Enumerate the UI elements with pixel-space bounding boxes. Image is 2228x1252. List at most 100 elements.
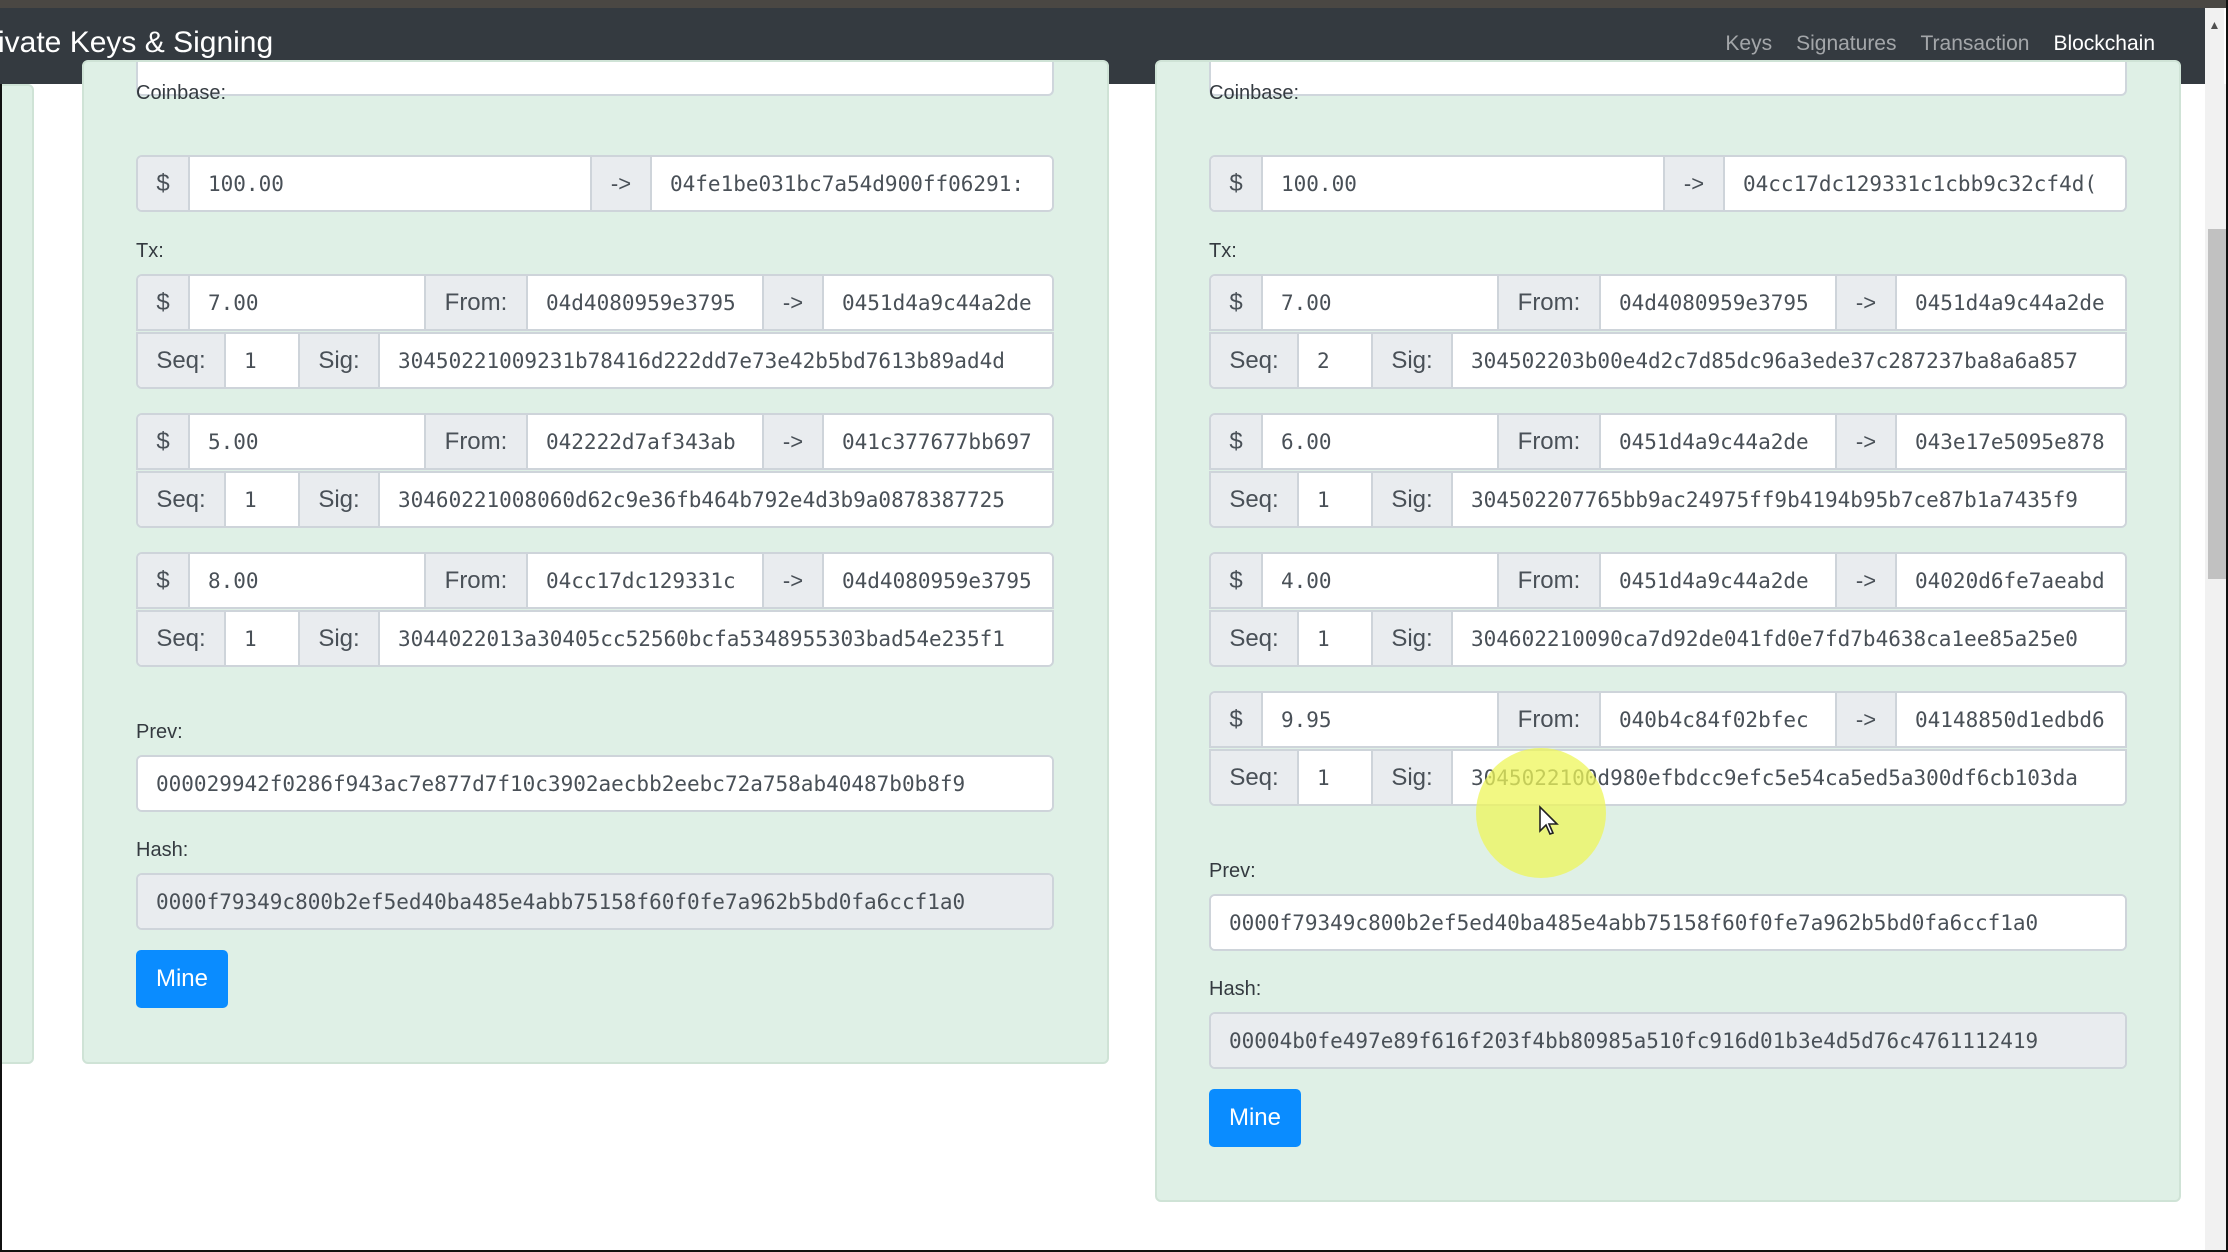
nonce-input-partial[interactable] xyxy=(136,62,1054,96)
coinbase-amount-input[interactable]: 100.00 xyxy=(1263,157,1665,210)
prev-hash-input[interactable]: 000029942f0286f943ac7e877d7f10c3902aecbb… xyxy=(138,757,1052,810)
tx-to-input[interactable]: 04148850d1edbd6 xyxy=(1897,693,2125,746)
prev-hash-group: 0000f79349c800b2ef5ed40ba485e4abb75158f6… xyxy=(1209,894,2127,951)
nav-link-transaction[interactable]: Transaction xyxy=(1909,32,2042,56)
tx-from-input[interactable]: 042222d7af343ab xyxy=(528,415,764,468)
mine-button[interactable]: Mine xyxy=(136,950,228,1008)
nonce-input-partial[interactable] xyxy=(1209,62,2127,96)
arrow-addon: -> xyxy=(764,554,824,607)
sig-addon: Sig: xyxy=(1373,751,1453,804)
tx-signature-row: Seq: 1 Sig: 3045022100d980efbdcc9efc5e54ca5… xyxy=(1209,749,2127,806)
coinbase-label: Coinbase: xyxy=(1209,82,1300,104)
nav-links: Keys Signatures Transaction Blockchain xyxy=(1713,32,2167,56)
from-addon: From: xyxy=(1499,554,1601,607)
tx-to-input[interactable]: 0451d4a9c44a2de xyxy=(1897,276,2125,329)
nav-link-blockchain[interactable]: Blockchain xyxy=(2041,32,2167,56)
seq-addon: Seq: xyxy=(1211,751,1299,804)
tx-sig-input[interactable]: 304602210090ca7d92de041fd0e7fd7b4638ca1e… xyxy=(1453,612,2125,665)
from-addon: From: xyxy=(1499,276,1601,329)
tx-to-input[interactable]: 04d4080959e3795 xyxy=(824,554,1052,607)
coinbase-to-input[interactable]: 04cc17dc129331c1cbb9c32cf4d( xyxy=(1725,157,2125,210)
dollar-addon: $ xyxy=(1211,554,1263,607)
window-border-left xyxy=(0,84,2,1252)
tx-from-input[interactable]: 04d4080959e3795 xyxy=(1601,276,1837,329)
tx-amount-input[interactable]: 7.00 xyxy=(190,276,426,329)
tx-label: Tx: xyxy=(136,240,164,262)
tx-to-input[interactable]: 041c377677bb697 xyxy=(824,415,1052,468)
tx-amount-input[interactable]: 9.95 xyxy=(1263,693,1499,746)
tx-sig-input[interactable]: 30460221008060d62c9e36fb464b792e4d3b9a08… xyxy=(380,473,1052,526)
from-addon: From: xyxy=(426,276,528,329)
tx-from-input[interactable]: 0451d4a9c44a2de xyxy=(1601,554,1837,607)
hash-group: 00004b0fe497e89f616f203f4bb80985a510fc91… xyxy=(1209,1012,2127,1069)
tx-amount-input[interactable]: 8.00 xyxy=(190,554,426,607)
hash-group: 0000f79349c800b2ef5ed40ba485e4abb75158f6… xyxy=(136,873,1054,930)
dollar-addon: $ xyxy=(1211,276,1263,329)
tx-amount-row: $7.00 From: 04d4080959e3795 -> 0451d4a9c44a2… xyxy=(136,274,1054,331)
tx-signature-row: Seq: 1 Sig: 304502207765bb9ac24975ff9b4194b… xyxy=(1209,471,2127,528)
dollar-addon: $ xyxy=(1211,157,1263,210)
sig-addon: Sig: xyxy=(300,334,380,387)
seq-addon: Seq: xyxy=(1211,334,1299,387)
from-addon: From: xyxy=(426,415,528,468)
tx-to-input[interactable]: 04020d6fe7aeabd xyxy=(1897,554,2125,607)
prev-hash-group: 000029942f0286f943ac7e877d7f10c3902aecbb… xyxy=(136,755,1054,812)
from-addon: From: xyxy=(1499,693,1601,746)
tx-seq-input[interactable]: 1 xyxy=(226,334,300,387)
tx-from-input[interactable]: 040b4c84f02bfec xyxy=(1601,693,1837,746)
arrow-addon: -> xyxy=(592,157,652,210)
coinbase-to-input[interactable]: 04fe1be031bc7a54d900ff06291: xyxy=(652,157,1052,210)
tx-amount-input[interactable]: 5.00 xyxy=(190,415,426,468)
tx-sig-input[interactable]: 30450221009231b78416d222dd7e73e42b5bd761… xyxy=(380,334,1052,387)
seq-addon: Seq: xyxy=(1211,612,1299,665)
tx-label: Tx: xyxy=(1209,240,1237,262)
window-top-strip xyxy=(0,0,2228,8)
tx-amount-row: $4.00 From: 0451d4a9c44a2de -> 04020d6fe7aea… xyxy=(1209,552,2127,609)
mine-button[interactable]: Mine xyxy=(1209,1089,1301,1147)
nav-link-signatures[interactable]: Signatures xyxy=(1784,32,1908,56)
dollar-addon: $ xyxy=(138,415,190,468)
tx-amount-row: $6.00 From: 0451d4a9c44a2de -> 043e17e5095e8… xyxy=(1209,413,2127,470)
tx-amount-input[interactable]: 6.00 xyxy=(1263,415,1499,468)
tx-to-input[interactable]: 0451d4a9c44a2de xyxy=(824,276,1052,329)
tx-amount-row: $9.95 From: 040b4c84f02bfec -> 04148850d1edb… xyxy=(1209,691,2127,748)
arrow-addon: -> xyxy=(1837,554,1897,607)
hash-output: 0000f79349c800b2ef5ed40ba485e4abb75158f6… xyxy=(138,875,1052,928)
tx-signature-row: Seq: 1 Sig: 3044022013a30405cc52560bcfa5348… xyxy=(136,610,1054,667)
arrow-addon: -> xyxy=(1665,157,1725,210)
tx-sig-input[interactable]: 304502207765bb9ac24975ff9b4194b95b7ce87b… xyxy=(1453,473,2125,526)
tx-seq-input[interactable]: 2 xyxy=(1299,334,1373,387)
tx-seq-input[interactable]: 1 xyxy=(1299,473,1373,526)
sig-addon: Sig: xyxy=(300,612,380,665)
tx-seq-input[interactable]: 1 xyxy=(226,473,300,526)
tx-to-input[interactable]: 043e17e5095e878 xyxy=(1897,415,2125,468)
from-addon: From: xyxy=(426,554,528,607)
tx-amount-input[interactable]: 7.00 xyxy=(1263,276,1499,329)
tx-amount-input[interactable]: 4.00 xyxy=(1263,554,1499,607)
hash-output: 00004b0fe497e89f616f203f4bb80985a510fc91… xyxy=(1211,1014,2125,1067)
tx-sig-input[interactable]: 3044022013a30405cc52560bcfa5348955303bad… xyxy=(380,612,1052,665)
dollar-addon: $ xyxy=(138,554,190,607)
tx-from-input[interactable]: 0451d4a9c44a2de xyxy=(1601,415,1837,468)
tx-sig-input[interactable]: 3045022100d980efbdcc9efc5e54ca5ed5a300df… xyxy=(1453,751,2125,804)
scrollbar-thumb[interactable] xyxy=(2208,229,2226,579)
tx-from-input[interactable]: 04d4080959e3795 xyxy=(528,276,764,329)
tx-seq-input[interactable]: 1 xyxy=(1299,751,1373,804)
prev-hash-input[interactable]: 0000f79349c800b2ef5ed40ba485e4abb75158f6… xyxy=(1211,896,2125,949)
scrollbar-track[interactable] xyxy=(2205,84,2228,1252)
tx-seq-input[interactable]: 1 xyxy=(226,612,300,665)
sig-addon: Sig: xyxy=(1373,334,1453,387)
coinbase-input-group: $100.00 -> 04fe1be031bc7a54d900ff06291: xyxy=(136,155,1054,212)
arrow-addon: -> xyxy=(1837,276,1897,329)
sig-addon: Sig: xyxy=(1373,612,1453,665)
coinbase-amount-input[interactable]: 100.00 xyxy=(190,157,592,210)
from-addon: From: xyxy=(1499,415,1601,468)
tx-from-input[interactable]: 04cc17dc129331c xyxy=(528,554,764,607)
nav-link-keys[interactable]: Keys xyxy=(1713,32,1784,56)
scroll-up-arrow-icon[interactable]: ▲ xyxy=(2205,8,2224,84)
dollar-addon: $ xyxy=(1211,693,1263,746)
tx-amount-row: $7.00 From: 04d4080959e3795 -> 0451d4a9c44a2… xyxy=(1209,274,2127,331)
arrow-addon: -> xyxy=(1837,415,1897,468)
tx-seq-input[interactable]: 1 xyxy=(1299,612,1373,665)
tx-sig-input[interactable]: 304502203b00e4d2c7d85dc96a3ede37c287237b… xyxy=(1453,334,2125,387)
